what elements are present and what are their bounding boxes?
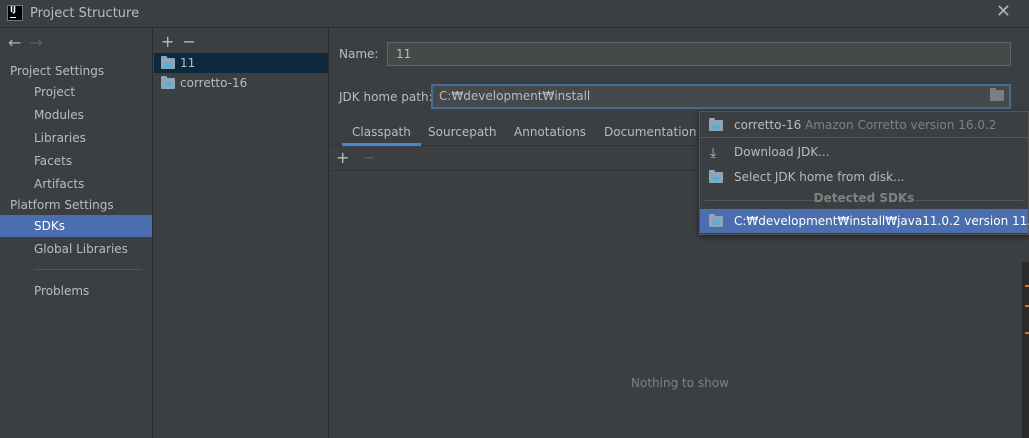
minus-icon: − bbox=[362, 148, 376, 167]
popup-item-select-jdk-home[interactable]: Select JDK home from disk... bbox=[700, 165, 1028, 189]
plus-icon[interactable]: + bbox=[336, 148, 349, 167]
title-bar: Project Structure ✕ bbox=[0, 0, 1029, 28]
arrow-left-icon[interactable]: ← bbox=[8, 33, 21, 52]
browse-folder-icon[interactable] bbox=[990, 88, 1004, 101]
name-field[interactable]: 11 bbox=[387, 42, 1011, 66]
popup-item-label: corretto-16 bbox=[734, 118, 802, 132]
intellij-logo-icon bbox=[7, 5, 23, 21]
jdk-path-dropdown: corretto-16 Amazon Corretto version 16.0… bbox=[699, 111, 1029, 235]
popup-item-download-jdk[interactable]: Download JDK... bbox=[700, 140, 1028, 165]
nav-item-problems[interactable]: Problems bbox=[0, 280, 152, 302]
popup-item-corretto-16[interactable]: corretto-16 Amazon Corretto version 16.0… bbox=[700, 113, 1028, 137]
minus-icon[interactable]: − bbox=[182, 32, 195, 51]
popup-item-version: Amazon Corretto version 16.0.2 bbox=[805, 118, 997, 132]
sdk-label: corretto-16 bbox=[180, 76, 248, 90]
nav-item-global-libraries[interactable]: Global Libraries bbox=[0, 238, 152, 260]
close-icon: ✕ bbox=[995, 1, 1011, 22]
tab-sourcepath[interactable]: Sourcepath bbox=[418, 120, 507, 146]
jdk-folder-icon bbox=[709, 214, 723, 227]
nav-item-sdks[interactable]: SDKs bbox=[0, 215, 152, 237]
nav-item-project[interactable]: Project bbox=[0, 81, 152, 103]
jdk-home-path-value: C:₩development₩install bbox=[439, 89, 591, 103]
popup-item-label: C:₩development₩install₩java11.0.2 bbox=[734, 214, 961, 228]
jdk-folder-icon bbox=[709, 170, 723, 183]
popup-item-label: Download JDK... bbox=[734, 145, 830, 159]
project-settings-header: Project Settings bbox=[10, 64, 105, 78]
window-title: Project Structure bbox=[30, 6, 140, 21]
sdk-list-panel: + − 11 corretto-16 bbox=[154, 28, 329, 438]
popup-item-label: Select JDK home from disk... bbox=[734, 170, 905, 184]
nav-divider bbox=[34, 269, 142, 270]
sdk-list-item[interactable]: 11 bbox=[154, 53, 328, 73]
jdk-folder-icon bbox=[161, 56, 175, 69]
tab-annotations[interactable]: Annotations bbox=[504, 120, 596, 146]
nav-item-libraries[interactable]: Libraries bbox=[0, 127, 152, 149]
platform-settings-header: Platform Settings bbox=[10, 198, 114, 212]
jdk-home-path-field[interactable]: C:₩development₩install bbox=[431, 84, 1011, 109]
nav-arrows: ← → bbox=[8, 33, 43, 52]
empty-list-text: Nothing to show bbox=[631, 376, 729, 390]
tab-classpath[interactable]: Classpath bbox=[342, 120, 421, 146]
download-icon bbox=[710, 141, 722, 165]
close-button[interactable]: ✕ bbox=[996, 3, 1011, 21]
sdk-toolbar: + − bbox=[161, 32, 204, 51]
detected-sdks-header: Detected SDKs bbox=[700, 191, 1028, 209]
editor-marker bbox=[1025, 332, 1029, 334]
name-label: Name: bbox=[339, 47, 379, 61]
plus-icon[interactable]: + bbox=[161, 32, 174, 51]
jdk-folder-icon bbox=[709, 118, 723, 131]
settings-nav: ← → Project Settings Project Modules Libr… bbox=[0, 28, 153, 438]
arrow-right-icon[interactable]: → bbox=[29, 33, 42, 52]
editor-marker bbox=[1025, 285, 1029, 287]
nav-item-modules[interactable]: Modules bbox=[0, 104, 152, 126]
nav-item-facets[interactable]: Facets bbox=[0, 150, 152, 172]
popup-item-version: version 11.0.12 bbox=[964, 214, 1029, 228]
background-window-edge bbox=[1022, 262, 1029, 438]
jdk-home-path-label: JDK home path: bbox=[339, 90, 433, 104]
nav-item-artifacts[interactable]: Artifacts bbox=[0, 173, 152, 195]
sdk-label: 11 bbox=[180, 56, 196, 70]
popup-divider bbox=[700, 137, 1028, 138]
popup-item-detected-java11[interactable]: C:₩development₩install₩java11.0.2 versio… bbox=[700, 209, 1029, 233]
sdk-list-item[interactable]: corretto-16 bbox=[154, 73, 328, 93]
editor-marker bbox=[1025, 305, 1029, 307]
jdk-folder-icon bbox=[161, 76, 175, 89]
